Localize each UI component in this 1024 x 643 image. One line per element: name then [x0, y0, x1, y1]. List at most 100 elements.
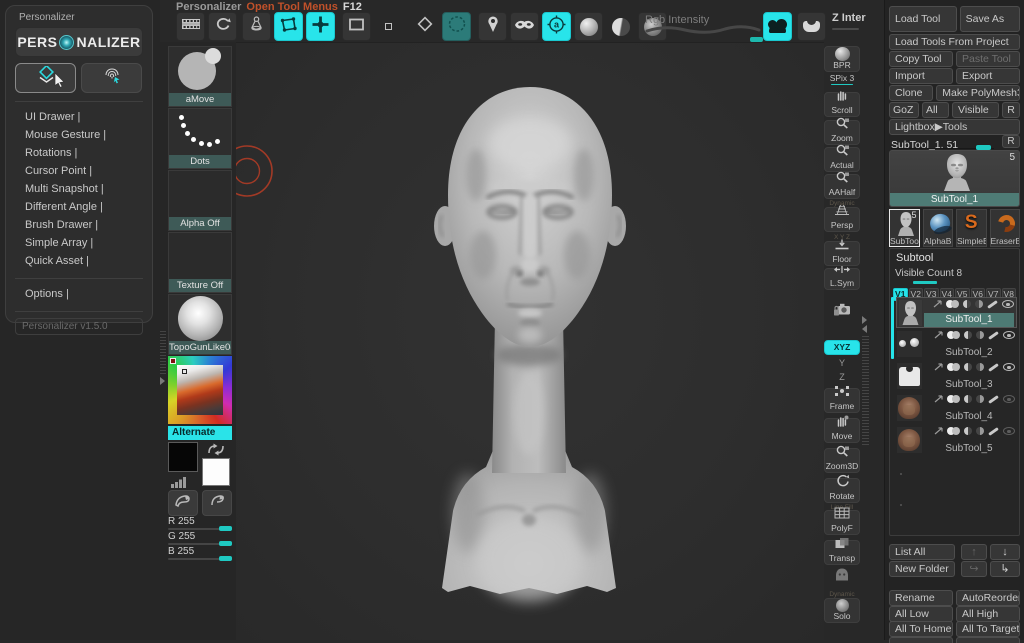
color-picker[interactable] — [168, 356, 232, 424]
stroke-selector[interactable]: Dots — [168, 108, 232, 169]
contrast-toggle2-icon[interactable] — [976, 395, 984, 403]
all-low-button[interactable]: All Low — [889, 606, 953, 622]
drag-icon[interactable] — [934, 363, 943, 371]
slider-r-button[interactable]: R — [1002, 135, 1020, 148]
toolbar-mask-button[interactable] — [510, 12, 539, 41]
contrast-toggle-icon[interactable] — [964, 331, 972, 339]
contrast-toggle2-icon[interactable] — [976, 363, 984, 371]
zoom3d-button[interactable]: Zoom3D — [824, 445, 860, 473]
menu-item-rotations[interactable]: Rotations | — [15, 144, 143, 162]
transparency-button[interactable]: Transp — [824, 538, 860, 565]
polypaint-brush-icon[interactable] — [988, 330, 999, 340]
visibility-eye-icon[interactable] — [1002, 300, 1014, 308]
gesture-mode-button[interactable] — [81, 63, 142, 93]
goz-all-button[interactable]: All — [922, 102, 949, 118]
sculpt-canvas[interactable] — [236, 42, 824, 640]
blue-slider[interactable]: B 255 — [168, 547, 232, 561]
contrast-toggle-icon[interactable] — [964, 427, 972, 435]
cloud-on-button[interactable] — [763, 12, 792, 41]
blue-slider-knob[interactable] — [219, 556, 232, 561]
goz-visible-button[interactable]: Visible — [952, 102, 999, 118]
left-divider-arrow-icon[interactable] — [160, 377, 165, 385]
polyframe-button[interactable]: PolyF — [824, 507, 860, 535]
menu-item-different-angle[interactable]: Different Angle | — [15, 198, 143, 216]
solo-button[interactable]: Solo — [824, 598, 860, 623]
red-slider-track[interactable] — [168, 526, 232, 531]
visibility-eye-icon[interactable] — [1003, 427, 1015, 435]
menu-item-ui-drawer[interactable]: UI Drawer | — [15, 108, 143, 126]
drag-icon[interactable] — [933, 300, 942, 308]
rotate-z-button[interactable]: Z — [824, 372, 860, 382]
clipped-button[interactable] — [956, 637, 1020, 643]
recent-tool-eraser[interactable]: EraserB — [989, 209, 1020, 247]
lsym-button[interactable]: L.Sym — [824, 266, 860, 290]
paint-mode-button-2[interactable] — [202, 490, 232, 516]
active-tool-slider[interactable]: SubTool_1. 51 R — [891, 135, 1020, 151]
material-selector[interactable]: TopoGunLike0( — [168, 294, 232, 355]
subtool-row-5[interactable]: SubTool_5 — [896, 425, 1017, 456]
toolbar-ellipse-button[interactable] — [442, 12, 471, 41]
load-tools-from-project-button[interactable]: Load Tools From Project — [889, 34, 1020, 50]
pair-toggle-icon[interactable] — [947, 395, 960, 403]
active-tool-slider-track[interactable] — [891, 145, 994, 150]
scroll-button[interactable]: Scroll — [824, 91, 860, 117]
subtool-row-2[interactable]: SubTool_2 — [896, 329, 1017, 360]
drag-icon[interactable] — [934, 427, 943, 435]
bpr-button[interactable]: BPR — [824, 46, 860, 72]
list-all-button[interactable]: List All — [889, 544, 955, 560]
move-up-button[interactable]: ↑ — [961, 544, 987, 560]
active-tool-preview[interactable]: 5 SubTool_1 — [889, 150, 1020, 207]
move-button[interactable]: Move — [824, 415, 860, 443]
import-button[interactable]: Import — [889, 68, 953, 84]
polypaint-brush-icon[interactable] — [988, 362, 999, 372]
contrast-toggle-icon[interactable] — [963, 300, 971, 308]
visibility-eye-icon[interactable] — [1003, 363, 1015, 371]
rename-button[interactable]: Rename — [889, 590, 953, 606]
goz-r-button[interactable]: R — [1002, 102, 1020, 118]
contrast-toggle-icon[interactable] — [964, 395, 972, 403]
right-divider-handle[interactable] — [862, 335, 869, 445]
visibility-eye-icon[interactable] — [1003, 331, 1015, 339]
ghost-button[interactable] — [824, 567, 860, 589]
menu-item-multi-snapshot[interactable]: Multi Snapshot | — [15, 180, 143, 198]
color-picker-inner[interactable] — [177, 365, 223, 415]
recent-tool-subtool[interactable]: 5 SubToo — [889, 209, 920, 247]
contrast-toggle2-icon[interactable] — [976, 427, 984, 435]
red-slider[interactable]: R 255 — [168, 517, 232, 531]
alpha-selector[interactable]: Alpha Off — [168, 170, 232, 231]
menu-item-mouse-gesture[interactable]: Mouse Gesture | — [15, 126, 143, 144]
menu-item-options[interactable]: Options | — [15, 285, 143, 303]
brush-selector[interactable]: aMove — [168, 46, 232, 107]
load-tool-button[interactable]: Load Tool — [889, 6, 957, 32]
main-color-swatch[interactable] — [168, 442, 198, 472]
toolbar-gizmo-button[interactable] — [242, 12, 271, 41]
contrast-toggle2-icon[interactable] — [975, 300, 983, 308]
all-to-target-button[interactable]: All To Target — [956, 621, 1020, 637]
zoom-button[interactable]: Zoom — [824, 117, 860, 145]
rotate-button[interactable]: Rotate — [824, 474, 860, 503]
rotate-y-button[interactable]: Y — [824, 358, 860, 368]
subtool-name[interactable]: SubTool_3 — [923, 378, 1015, 392]
paste-tool-button[interactable]: Paste Tool — [956, 51, 1020, 67]
ui-drawer-mode-button[interactable] — [15, 63, 76, 93]
subtool-panel-header[interactable]: Subtool — [896, 252, 1016, 264]
drag-icon[interactable] — [934, 395, 943, 403]
aahalf-button[interactable]: AAHalf — [824, 171, 860, 199]
lightbox-tools-button[interactable]: Lightbox▶Tools — [889, 119, 1020, 135]
recent-tool-simple[interactable]: S SimpleE — [956, 209, 987, 247]
spix-slider[interactable]: SPix 3 — [824, 73, 860, 87]
subtool-name[interactable]: SubTool_5 — [923, 442, 1015, 456]
subtool-row-1[interactable]: SubTool_1 — [896, 297, 1017, 328]
store-camera-button[interactable] — [824, 295, 860, 325]
pair-toggle-icon[interactable] — [947, 427, 960, 435]
drag-icon[interactable] — [934, 331, 943, 339]
menu-item-simple-array[interactable]: Simple Array | — [15, 234, 143, 252]
toolbar-halfsphere-button[interactable] — [606, 12, 635, 41]
toolbar-film-button[interactable] — [176, 12, 205, 41]
pair-toggle-icon[interactable] — [947, 331, 960, 339]
subtool-row-3[interactable]: SubTool_3 — [896, 361, 1017, 392]
subtool-name[interactable]: SubTool_2 — [923, 346, 1015, 360]
all-to-home-button[interactable]: All To Home — [889, 621, 953, 637]
move-into-button[interactable]: ↳ — [990, 561, 1020, 577]
toolbar-pin-button[interactable] — [478, 12, 507, 41]
